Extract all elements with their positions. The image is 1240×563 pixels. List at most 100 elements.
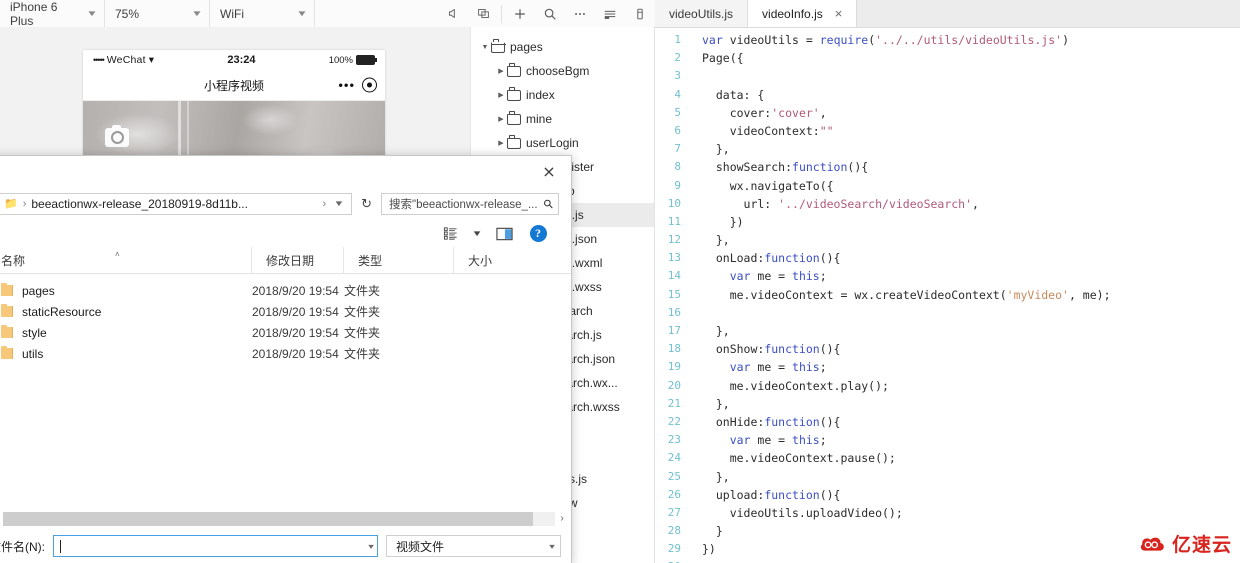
camera-icon[interactable] <box>105 125 129 147</box>
code-token: , me); <box>1068 287 1111 302</box>
code-line-text: videoContext:"" <box>690 122 1240 140</box>
capsule-more-icon: ••• <box>338 77 355 93</box>
code-line: 16 <box>655 304 1240 322</box>
column-header-type[interactable]: 类型 <box>344 247 454 273</box>
add-icon[interactable] <box>505 0 535 27</box>
scrollbar-thumb[interactable] <box>3 511 533 526</box>
duplicate-icon[interactable] <box>468 0 498 27</box>
column-header-size[interactable]: 大小 <box>454 247 554 273</box>
column-header-label: 类型 <box>358 253 383 268</box>
tree-item-choosebgm[interactable]: ▶ chooseBgm <box>471 59 654 83</box>
network-select[interactable]: WiFi ▼ <box>210 0 315 27</box>
code-token: (){ <box>819 342 841 357</box>
file-date-cell: 2018/9/20 19:54 <box>252 304 339 319</box>
search-input[interactable]: 搜索"beeactionwx-release_... ⚲ <box>381 192 559 215</box>
code-token: function <box>764 414 820 429</box>
tree-item-userlogin[interactable]: ▶ userLogin <box>471 131 654 155</box>
code-token: "" <box>819 123 834 138</box>
dialog-view-toolbar: ▼ ? <box>0 220 571 247</box>
search-icon[interactable] <box>535 0 565 27</box>
zoom-select[interactable]: 75% ▼ <box>105 0 210 27</box>
filetype-select[interactable]: 视频文件 ▾ <box>386 535 561 557</box>
column-header-date[interactable]: 修改日期 <box>252 247 344 273</box>
wechat-capsule[interactable]: ••• <box>338 77 377 93</box>
screen-root: iPhone 6 Plus ▼ 75% ▼ WiFi ▼ ••••• WeCha… <box>0 0 1240 563</box>
horizontal-scrollbar[interactable]: ‹ › <box>0 509 571 528</box>
chevron-right-icon[interactable]: ▶ <box>495 115 507 123</box>
view-options-caret-icon[interactable]: ▼ <box>463 220 491 247</box>
code-token: ; <box>819 269 827 284</box>
scrollbar-track[interactable] <box>3 511 555 526</box>
code-token: me.videoContext.pause(); <box>702 451 896 466</box>
chevron-down-icon[interactable]: ▼ <box>479 44 491 51</box>
breadcrumb[interactable]: 📁 › beeactionwx-release_20180919-8d11b..… <box>0 192 353 215</box>
file-row[interactable]: staticResource 2018/9/20 19:54 文件夹 <box>0 301 571 322</box>
code-area[interactable]: 1 var videoUtils = require('../../utils/v… <box>655 28 1240 563</box>
chevron-right-icon[interactable]: ▶ <box>495 139 507 147</box>
code-token: this <box>792 360 820 375</box>
code-line-text: url: '../videoSearch/videoSearch', <box>690 195 1240 213</box>
file-row[interactable]: style 2018/9/20 19:54 文件夹 <box>0 322 571 343</box>
tree-item-mine[interactable]: ▶ mine <box>471 107 654 131</box>
watermark-logo-icon <box>1139 534 1167 554</box>
tree-item-index[interactable]: ▶ index <box>471 83 654 107</box>
toolbar-divider <box>501 4 502 23</box>
zoom-select-value: 75% <box>115 6 140 21</box>
filetype-select-value: 视频文件 <box>396 539 445 554</box>
device-select[interactable]: iPhone 6 Plus ▼ <box>0 0 105 28</box>
phone-nav-bar: 小程序视频 ••• <box>83 70 385 101</box>
chevron-down-icon[interactable]: ▾ <box>368 542 374 551</box>
dialog-title-bar: × <box>0 156 571 187</box>
file-row[interactable]: pages 2018/9/20 19:54 文件夹 <box>0 280 571 301</box>
chevron-right-icon[interactable]: ▶ <box>495 91 507 99</box>
chevron-right-icon[interactable]: ▶ <box>495 67 507 75</box>
editor-tab-videoinfo-js[interactable]: videoInfo.js × <box>748 0 858 27</box>
line-number: 22 <box>667 414 681 428</box>
close-icon[interactable]: × <box>835 7 843 20</box>
file-list[interactable]: pages 2018/9/20 19:54 文件夹 staticResource 201… <box>0 274 571 509</box>
code-token: }) <box>702 214 744 229</box>
breadcrumb-separator: › <box>22 197 27 210</box>
column-header-label: 修改日期 <box>266 253 315 268</box>
column-headers: ˄ 名称 修改日期 类型 大小 <box>0 247 571 274</box>
dialog-footer: 文件名(N): ▾ 视频文件 ▾ <box>0 528 571 563</box>
line-number: 17 <box>667 324 681 337</box>
simulator-toolbar: iPhone 6 Plus ▼ 75% ▼ WiFi ▼ <box>0 0 655 28</box>
device-icon[interactable] <box>625 0 655 27</box>
code-token: 'cover' <box>771 105 820 120</box>
list-view-icon[interactable] <box>433 220 467 247</box>
scroll-right-icon[interactable]: › <box>555 513 569 524</box>
column-header-name[interactable]: 名称 <box>0 247 252 273</box>
close-icon[interactable]: × <box>527 156 571 187</box>
list-options-icon[interactable] <box>595 0 625 27</box>
editor-tab-videoutils-js[interactable]: videoUtils.js <box>655 0 749 27</box>
chevron-down-icon: ▼ <box>296 9 308 18</box>
line-number: 14 <box>667 269 681 283</box>
line-number: 2 <box>674 51 681 65</box>
column-header-label: 名称 <box>1 253 26 268</box>
more-icon[interactable] <box>565 0 595 27</box>
help-button[interactable]: ? <box>521 220 555 247</box>
code-token: upload: <box>702 487 765 502</box>
code-token: me.videoContext.play(); <box>702 378 889 393</box>
refresh-icon[interactable]: ↻ <box>358 196 375 212</box>
file-name-label: utils <box>22 346 44 361</box>
filename-input[interactable]: ▾ <box>53 535 378 557</box>
code-line-text: showSearch:function(){ <box>690 158 1240 176</box>
chevron-down-icon[interactable]: ▼ <box>328 199 350 208</box>
file-row[interactable]: utils 2018/9/20 19:54 文件夹 <box>0 343 571 364</box>
line-number: 13 <box>667 251 681 265</box>
phone-status-bar: ••••• WeChat ▾ 23:24 100% <box>83 50 385 70</box>
line-number: 20 <box>667 378 681 392</box>
signal-dots-icon: ••••• <box>93 55 105 65</box>
mute-icon[interactable] <box>438 0 468 27</box>
tree-item-label: pages <box>510 40 543 54</box>
folder-icon <box>507 135 521 149</box>
code-line-text: }, <box>690 468 1240 486</box>
code-line-text: upload:function(){ <box>690 486 1240 504</box>
code-line-text: }, <box>690 395 1240 413</box>
preview-pane-icon[interactable] <box>487 220 521 247</box>
code-token: me.videoContext = wx.createVideoContext( <box>702 287 1007 302</box>
tree-item-pages[interactable]: ▼ pages <box>471 35 654 59</box>
